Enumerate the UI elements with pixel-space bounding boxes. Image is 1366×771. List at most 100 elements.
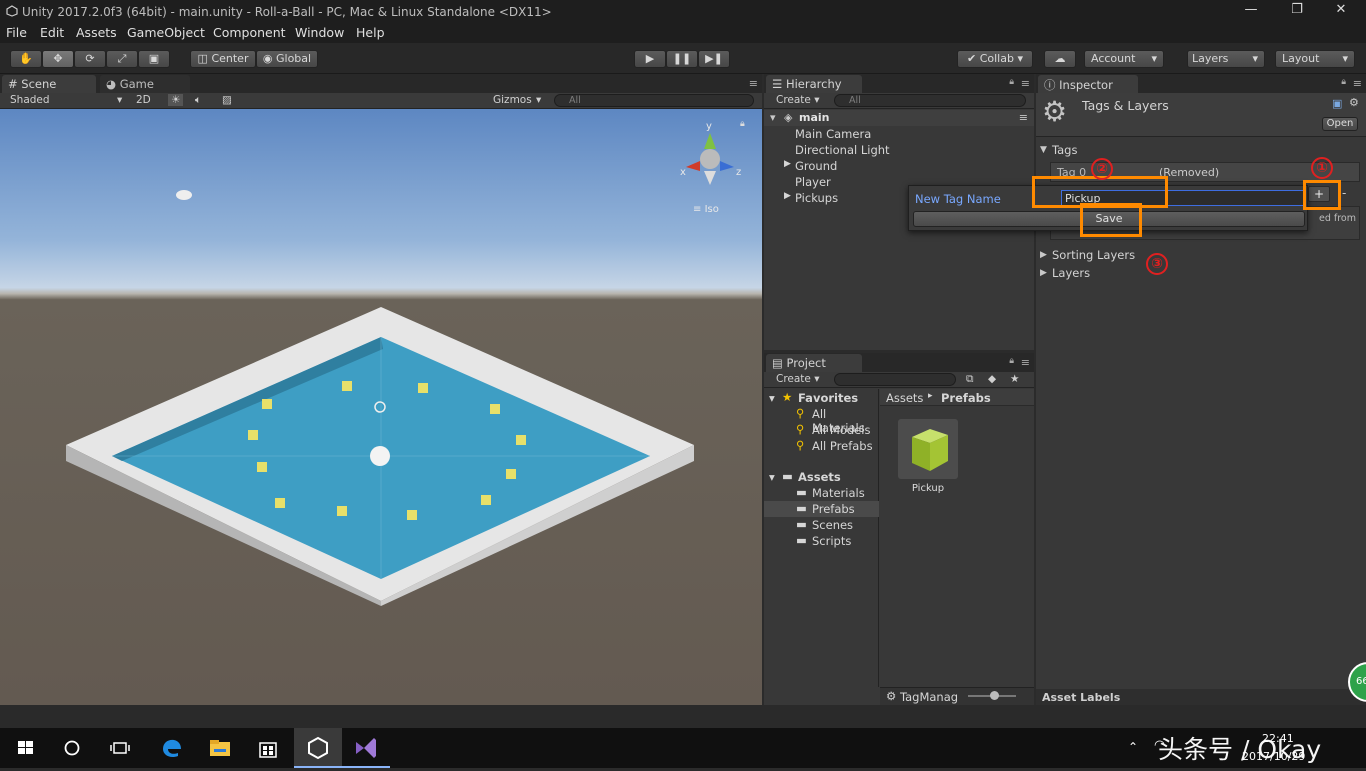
pause-button[interactable]: ❚❚ bbox=[666, 50, 698, 68]
sorting-layers-expand-arrow-icon[interactable]: ▶ bbox=[1040, 250, 1047, 260]
move-tool-button[interactable]: ✥ bbox=[42, 50, 74, 68]
layers-dropdown[interactable]: Layers ▾ bbox=[1187, 50, 1265, 68]
lock-icon[interactable]: 🔒︎ bbox=[1009, 356, 1014, 366]
folder-prefabs-row[interactable]: ▬ Prefabs bbox=[764, 501, 879, 517]
close-button[interactable]: ✕ bbox=[1318, 2, 1364, 22]
filter-type-icon[interactable]: ⧉ bbox=[966, 373, 974, 386]
tray-chevron-icon[interactable]: ⌃ bbox=[1128, 740, 1138, 754]
expand-arrow-icon[interactable]: ▾ bbox=[769, 391, 775, 405]
tab-inspector[interactable]: ⓘ Inspector bbox=[1038, 75, 1138, 93]
tray-clock-time[interactable]: 22:41 bbox=[1262, 732, 1294, 745]
project-search-input[interactable] bbox=[834, 373, 956, 386]
scene-menu-icon[interactable]: ≡ bbox=[1019, 111, 1028, 124]
thumbnail-size-slider[interactable] bbox=[968, 691, 1016, 700]
pivot-center-button[interactable]: ◫ Center bbox=[190, 50, 256, 68]
prefab-asset-pickup[interactable]: Pickup bbox=[898, 419, 958, 495]
remove-tag-button[interactable]: - bbox=[1342, 186, 1346, 200]
step-button[interactable]: ▶❚ bbox=[698, 50, 730, 68]
unity-taskbar-button[interactable] bbox=[294, 728, 342, 768]
breadcrumb-assets[interactable]: Assets bbox=[886, 391, 923, 405]
sorting-layers-section[interactable]: Sorting Layers bbox=[1052, 248, 1135, 262]
pivot-global-button[interactable]: ◉ Global bbox=[256, 50, 318, 68]
help-book-icon[interactable]: ▣ bbox=[1332, 97, 1342, 110]
cloud-button[interactable]: ☁ bbox=[1044, 50, 1076, 68]
panel-menu-icon[interactable]: ≡ bbox=[749, 77, 758, 90]
rotate-tool-button[interactable]: ⟳ bbox=[74, 50, 106, 68]
play-button[interactable]: ▶ bbox=[634, 50, 666, 68]
tags-section-label[interactable]: Tags bbox=[1052, 143, 1077, 157]
folder-scenes[interactable]: Scenes bbox=[812, 518, 853, 532]
tab-hierarchy[interactable]: ☰ Hierarchy bbox=[766, 75, 862, 93]
edge-browser-icon[interactable] bbox=[158, 734, 186, 762]
2d-toggle[interactable]: 2D bbox=[136, 94, 151, 106]
gizmos-dropdown[interactable]: Gizmos bbox=[493, 94, 532, 106]
open-button[interactable]: Open bbox=[1322, 117, 1358, 131]
hierarchy-item-pickups[interactable]: Pickups bbox=[795, 191, 838, 205]
panel-menu-icon[interactable]: ≡ bbox=[1021, 356, 1030, 369]
breadcrumb-prefabs[interactable]: Prefabs bbox=[941, 391, 991, 405]
account-dropdown[interactable]: Account ▾ bbox=[1084, 50, 1164, 68]
audio-toggle-icon[interactable]: 🔈︎ bbox=[195, 94, 201, 107]
tray-clock-date[interactable]: 2017/10/29 bbox=[1242, 750, 1305, 763]
menu-edit[interactable]: Edit bbox=[40, 25, 64, 40]
menu-gameobject[interactable]: GameObject bbox=[127, 25, 205, 40]
shading-mode-dropdown[interactable]: Shaded bbox=[10, 94, 50, 106]
hand-tool-button[interactable]: ✋ bbox=[10, 50, 42, 68]
folder-prefabs[interactable]: Prefabs bbox=[812, 502, 855, 516]
tab-project[interactable]: ▤ Project bbox=[766, 354, 862, 372]
orientation-gizmo[interactable] bbox=[686, 133, 734, 185]
panel-menu-icon[interactable]: ≡ bbox=[1021, 77, 1030, 90]
menu-file[interactable]: File bbox=[6, 25, 27, 40]
lock-icon[interactable]: 🔒︎ bbox=[1341, 77, 1346, 87]
hierarchy-item-main-camera[interactable]: Main Camera bbox=[795, 127, 871, 141]
minimize-button[interactable]: — bbox=[1228, 2, 1274, 22]
collab-button[interactable]: ✔ Collab ▾ bbox=[957, 50, 1033, 68]
restore-button[interactable]: ❐ bbox=[1274, 2, 1320, 22]
hierarchy-item-player[interactable]: Player bbox=[795, 175, 831, 189]
scene-root-row[interactable]: ▾ ◈ main ≡ bbox=[764, 110, 1034, 126]
expand-arrow-icon[interactable]: ▶ bbox=[784, 159, 791, 169]
menu-component[interactable]: Component bbox=[213, 25, 286, 40]
expand-arrow-icon[interactable]: ▾ bbox=[769, 470, 775, 484]
menu-assets[interactable]: Assets bbox=[76, 25, 117, 40]
folder-scripts[interactable]: Scripts bbox=[812, 534, 851, 548]
tags-expand-arrow-icon[interactable]: ▼ bbox=[1040, 145, 1047, 155]
filter-label-icon[interactable]: ◆ bbox=[988, 373, 996, 385]
hierarchy-item-directional-light[interactable]: Directional Light bbox=[795, 143, 890, 157]
assets-root[interactable]: Assets bbox=[798, 470, 841, 484]
hierarchy-item-ground[interactable]: Ground bbox=[795, 159, 837, 173]
expand-arrow-icon[interactable]: ▾ bbox=[770, 111, 776, 124]
hierarchy-search-input[interactable]: All bbox=[834, 94, 1026, 107]
favorite-all-models[interactable]: All Models bbox=[812, 423, 870, 437]
layers-expand-arrow-icon[interactable]: ▶ bbox=[1040, 268, 1047, 278]
layers-section[interactable]: Layers bbox=[1052, 266, 1090, 280]
scale-tool-button[interactable]: ⤢ bbox=[106, 50, 138, 68]
layout-dropdown[interactable]: Layout ▾ bbox=[1275, 50, 1355, 68]
effects-toggle-icon[interactable]: ▨ bbox=[222, 94, 232, 106]
slider-handle[interactable] bbox=[990, 691, 999, 700]
windows-start-icon[interactable] bbox=[12, 734, 40, 762]
rect-tool-button[interactable]: ▣ bbox=[138, 50, 170, 68]
folder-materials[interactable]: Materials bbox=[812, 486, 865, 500]
menu-window[interactable]: Window bbox=[295, 25, 344, 40]
scene-search-input[interactable]: All bbox=[554, 94, 754, 107]
menu-help[interactable]: Help bbox=[356, 25, 385, 40]
favorites-label[interactable]: Favorites bbox=[798, 391, 858, 405]
panel-menu-icon[interactable]: ≡ bbox=[1353, 77, 1362, 90]
file-explorer-icon[interactable] bbox=[206, 734, 234, 762]
expand-arrow-icon[interactable]: ▶ bbox=[784, 191, 791, 201]
settings-gear-icon[interactable]: ⚙ bbox=[1349, 96, 1359, 109]
hierarchy-create-button[interactable]: Create ▾ bbox=[776, 94, 820, 106]
favorite-all-prefabs[interactable]: All Prefabs bbox=[812, 439, 873, 453]
lock-icon[interactable]: 🔒︎ bbox=[1009, 77, 1014, 87]
favorite-star-icon[interactable]: ★ bbox=[1010, 373, 1019, 385]
project-create-button[interactable]: Create ▾ bbox=[776, 373, 820, 385]
lock-icon[interactable]: 🔒︎ bbox=[740, 119, 745, 129]
scene-viewport[interactable]: y x z 🔒︎ ≡ Iso bbox=[0, 109, 762, 705]
tab-scene[interactable]: # Scene bbox=[2, 75, 96, 93]
cortana-search-icon[interactable] bbox=[58, 734, 86, 762]
lighting-toggle-icon[interactable]: ☀ bbox=[168, 94, 184, 106]
store-icon[interactable] bbox=[254, 734, 282, 762]
tab-game[interactable]: ◕ Game bbox=[100, 75, 190, 93]
visual-studio-taskbar-button[interactable] bbox=[342, 728, 390, 768]
